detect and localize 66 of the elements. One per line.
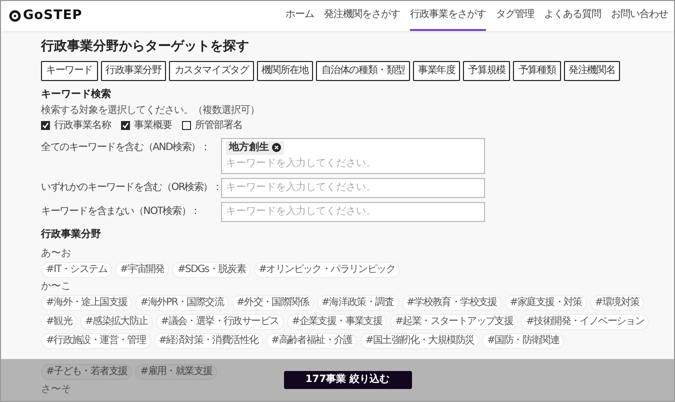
- filter-tab-button[interactable]: 自治体の種類・類型: [316, 60, 410, 81]
- group-label: さ〜そ: [41, 384, 72, 396]
- group-label: か〜こ: [41, 280, 72, 293]
- tag-chip[interactable]: #学校教育・学校支援: [402, 294, 502, 311]
- keyword-field[interactable]: 地方創生 キーワードを入力してください。: [221, 138, 485, 174]
- tag-chip[interactable]: #企業支援・事業支援: [286, 314, 388, 330]
- field-label: いずれかのキーワードを含む（OR検索）：: [41, 180, 221, 194]
- tag-chip[interactable]: #子ども・若者支援: [41, 364, 132, 380]
- section-heading: キーワード検索: [41, 88, 112, 101]
- tag-chip[interactable]: #観光: [41, 314, 77, 330]
- tag-chip[interactable]: #感染拡大防止: [80, 314, 153, 330]
- checkbox-label: 所管部署名: [195, 120, 242, 132]
- keyword-field[interactable]: キーワードを入力してください。: [221, 202, 485, 222]
- page-title: 行政事業分野からターゲットを探す: [41, 39, 250, 55]
- checkbox-label: 事業概要: [134, 120, 172, 132]
- tag-chip[interactable]: #IT・システム: [41, 262, 112, 278]
- nav-link[interactable]: ホーム: [286, 1, 314, 31]
- tag-chip[interactable]: #行政施設・運営・管理: [41, 332, 151, 349]
- tag-chip[interactable]: #経済対策・消費活性化: [154, 332, 264, 349]
- tag-chip[interactable]: #オリンピック・パラリンピック: [254, 262, 400, 278]
- filter-tab-button[interactable]: 行政事業分野: [100, 60, 166, 81]
- filter-tab-button[interactable]: 予算種類: [513, 60, 561, 81]
- nav-link[interactable]: よくある質問: [544, 1, 601, 31]
- tag-chip[interactable]: #海外・途上国支援: [41, 294, 132, 311]
- nav-link[interactable]: 発注機関をさがす: [324, 1, 400, 31]
- remove-icon[interactable]: [272, 143, 281, 152]
- filter-tab-button[interactable]: 予算規模: [463, 60, 510, 81]
- keyword-tag: 地方創生: [226, 140, 284, 155]
- filter-submit-button[interactable]: 177事業 絞り込む: [284, 371, 412, 389]
- tag-chip[interactable]: #外交・国際関係: [232, 294, 314, 311]
- checkbox[interactable]: [182, 121, 191, 130]
- tag-chip[interactable]: #海洋政策・調査: [316, 294, 399, 311]
- field-label: キーワードを含まない（NOT検索）：: [41, 204, 201, 218]
- logo[interactable]: GoSTEP: [9, 8, 82, 24]
- section-heading: 行政事業分野: [41, 228, 102, 241]
- tag-chip[interactable]: #海外PR・国際交流: [135, 294, 229, 311]
- tag-chip[interactable]: #国土強靭化・大規模防災: [360, 332, 480, 349]
- checkbox[interactable]: [41, 121, 50, 130]
- logo-icon: [9, 10, 21, 22]
- keyword-field[interactable]: キーワードを入力してください。: [221, 178, 485, 198]
- tag-chip[interactable]: #国防・防衛関連: [482, 332, 564, 349]
- hint-text: 検索する対象を選択してください。（複数選択可）: [41, 104, 260, 117]
- tag-chip[interactable]: #高齢者福祉・介護: [266, 332, 358, 349]
- tag-chip[interactable]: #家庭支援・対策: [504, 294, 587, 311]
- group-label: あ〜お: [41, 248, 72, 260]
- filter-tab-button[interactable]: カスタマイズタグ: [169, 60, 254, 81]
- nav-link[interactable]: タグ管理: [496, 1, 534, 31]
- filter-tab-button[interactable]: キーワード: [41, 60, 98, 81]
- tag-chip[interactable]: #雇用・就業支援: [135, 364, 218, 380]
- nav-link[interactable]: お問い合わせ: [611, 1, 668, 31]
- checkbox[interactable]: [121, 121, 130, 130]
- tag-chip[interactable]: #宇宙開発: [115, 262, 170, 278]
- tag-chip[interactable]: #議会・選挙・行政サービス: [156, 314, 284, 330]
- tag-chip[interactable]: #環境対策: [590, 294, 644, 311]
- tag-chip[interactable]: #技術開発・イノベーション: [521, 314, 650, 330]
- filter-tab-button[interactable]: 機関所在地: [256, 60, 314, 81]
- tag-chip[interactable]: #SDGs・脱炭素: [172, 262, 251, 278]
- filter-tab-button[interactable]: 事業年度: [412, 60, 460, 81]
- keyword-input[interactable]: キーワードを入力してください。: [226, 156, 480, 171]
- keyword-input[interactable]: キーワードを入力してください。: [226, 180, 480, 195]
- tag-chip[interactable]: #起業・スタートアップ支援: [390, 314, 518, 330]
- filter-tab-button[interactable]: 発注機関名: [564, 60, 620, 81]
- keyword-input[interactable]: キーワードを入力してください。: [226, 204, 480, 219]
- field-label: 全てのキーワードを含む（AND検索）：: [41, 140, 211, 154]
- nav-link[interactable]: 行政事業をさがす: [410, 1, 486, 31]
- checkbox-label: 行政事業名称: [54, 120, 111, 132]
